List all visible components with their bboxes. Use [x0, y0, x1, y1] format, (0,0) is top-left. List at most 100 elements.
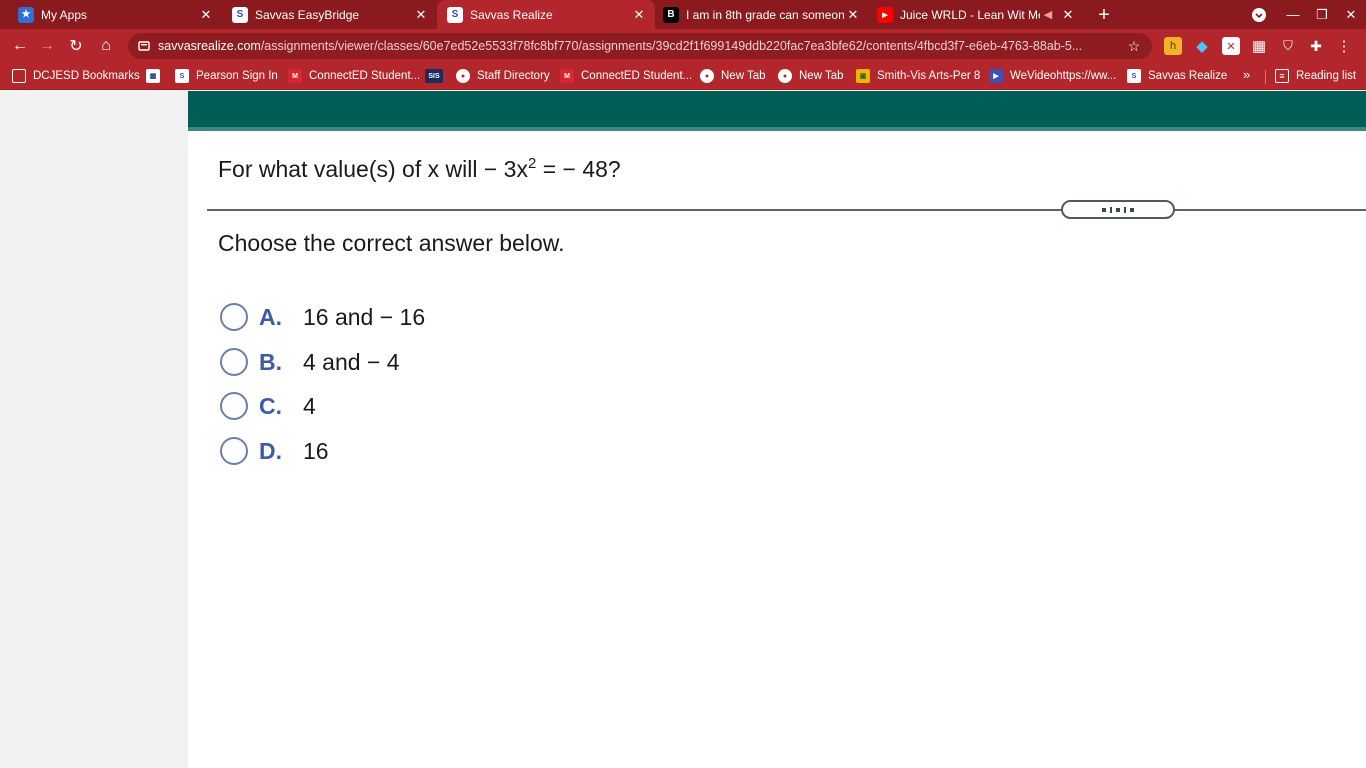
url-text: savvasrealize.com/assignments/viewer/cla…	[158, 39, 1124, 53]
back-icon[interactable]: ←	[7, 33, 33, 59]
speaker-muted-icon[interactable]: ◀	[1040, 7, 1056, 23]
pane-divider	[207, 209, 1366, 211]
bookmark-label: New Tab	[721, 70, 766, 82]
question-prefix: For what value(s) of x will − 3x	[218, 156, 528, 182]
reading-list-button[interactable]: ≡ Reading list	[1275, 67, 1356, 85]
globe-icon: ●	[778, 69, 792, 83]
reading-list-icon: ≡	[1275, 69, 1289, 83]
site-info-icon[interactable]	[137, 39, 151, 53]
bookmark-connected-1[interactable]: M ConnectED Student...	[288, 67, 420, 85]
grip-dot	[1110, 206, 1112, 213]
radio-button-b[interactable]	[220, 348, 248, 376]
calendar-icon: ▦	[146, 69, 160, 83]
bookmark-label: WeVideohttps://ww...	[1010, 70, 1117, 82]
instruction-text: Choose the correct answer below.	[218, 230, 565, 256]
answer-option-d[interactable]: D. 16	[220, 436, 329, 466]
wevideo-icon: ▶	[989, 69, 1003, 83]
savvas-icon: S	[175, 69, 189, 83]
bookmark-label: Staff Directory	[477, 70, 550, 82]
option-text: 16 and − 16	[303, 303, 426, 330]
grid-extension-icon[interactable]: ▦	[1250, 37, 1268, 55]
option-letter: A.	[259, 303, 282, 330]
bookmark-calendar[interactable]: ▦	[146, 67, 167, 85]
bookmark-savvas-realize[interactable]: S Savvas Realize	[1127, 67, 1227, 85]
home-icon[interactable]: ⌂	[93, 33, 119, 59]
bookmark-label: DCJESD Bookmarks	[33, 70, 140, 82]
close-icon[interactable]: ✕	[845, 7, 861, 23]
bookmark-new-tab-1[interactable]: ● New Tab	[700, 67, 766, 85]
close-icon[interactable]: ✕	[1060, 7, 1076, 23]
close-icon[interactable]: ✕	[198, 7, 214, 23]
browser-toolbar: ← → ↻ ⌂ savvasrealize.com/assignments/vi…	[0, 29, 1366, 62]
more-bookmarks-chevron-icon[interactable]: »	[1243, 67, 1250, 82]
menu-dots-icon[interactable]: ⋮	[1335, 37, 1353, 55]
restore-icon[interactable]: ❐	[1307, 0, 1337, 29]
youtube-icon: ▶	[877, 6, 893, 23]
answer-option-b[interactable]: B. 4 and − 4	[220, 347, 400, 377]
option-letter: C.	[259, 392, 282, 419]
savvas-icon: S	[232, 6, 248, 23]
bookmarks-divider	[1265, 70, 1266, 84]
forward-icon[interactable]: →	[34, 33, 60, 59]
radio-button-d[interactable]	[220, 437, 248, 465]
classroom-icon: ▣	[856, 69, 870, 83]
question-panel: For what value(s) of x will − 3x2 = − 48…	[188, 91, 1366, 768]
minimize-icon[interactable]: —	[1278, 0, 1308, 29]
globe-icon: ●	[700, 69, 714, 83]
option-text: 16	[303, 437, 329, 464]
bookmark-label: Savvas Realize	[1148, 70, 1228, 82]
bookmarks-bar: DCJESD Bookmarks ▦ S Pearson Sign In M C…	[0, 62, 1366, 90]
diamond-extension-icon[interactable]: ◆	[1193, 37, 1211, 55]
folder-icon	[12, 69, 26, 83]
tab-youtube-video[interactable]: ▶ Juice WRLD - Lean Wit Me (O ◀ ✕	[869, 0, 1084, 29]
tab-title: My Apps	[41, 7, 88, 22]
window-close-icon[interactable]: ✕	[1336, 0, 1366, 29]
grip-dot	[1130, 207, 1134, 212]
tab-savvas-realize[interactable]: S Savvas Realize ✕	[437, 0, 655, 29]
bookmark-label: Pearson Sign In	[196, 70, 278, 82]
url-path: /assignments/viewer/classes/60e7ed52e553…	[260, 39, 1083, 53]
tab-savvas-easybridge[interactable]: S Savvas EasyBridge ✕	[222, 0, 437, 29]
bookmark-wevideo[interactable]: ▶ WeVideohttps://ww...	[989, 67, 1116, 85]
bookmark-sis[interactable]: SIS	[425, 67, 450, 85]
tools-extension-icon[interactable]: ✕	[1222, 37, 1240, 55]
tab-brainly-question[interactable]: B I am in 8th grade can someone h ✕	[655, 0, 869, 29]
answer-option-c[interactable]: C. 4	[220, 391, 316, 421]
shield-extension-icon[interactable]: ⛉	[1279, 37, 1297, 55]
left-gutter	[0, 91, 188, 768]
savvas-icon: S	[1127, 69, 1141, 83]
bookmark-label: Smith-Vis Arts-Per 8	[877, 70, 981, 82]
bookmark-classroom[interactable]: ▣ Smith-Vis Arts-Per 8	[856, 67, 980, 85]
tab-my-apps[interactable]: ★ My Apps ✕	[0, 0, 222, 29]
option-text: 4	[303, 392, 316, 419]
close-icon[interactable]: ✕	[413, 7, 429, 23]
answer-option-a[interactable]: A. 16 and − 16	[220, 302, 425, 332]
bookmark-staff-directory[interactable]: ● Staff Directory	[456, 67, 550, 85]
tab-search-icon[interactable]	[1244, 0, 1274, 29]
option-text: 4 and − 4	[303, 348, 400, 375]
address-bar[interactable]: savvasrealize.com/assignments/viewer/cla…	[128, 33, 1152, 59]
bookmark-connected-2[interactable]: M ConnectED Student...	[560, 67, 692, 85]
mcgraw-hill-icon: M	[560, 69, 574, 83]
bookmark-label: ConnectED Student...	[309, 70, 421, 82]
bookmark-folder[interactable]: DCJESD Bookmarks	[12, 67, 140, 85]
radio-button-a[interactable]	[220, 303, 248, 331]
bookmark-new-tab-2[interactable]: ● New Tab	[778, 67, 844, 85]
new-tab-button[interactable]: +	[1092, 3, 1116, 27]
bookmark-label: ConnectED Student...	[581, 70, 693, 82]
close-icon[interactable]: ✕	[631, 7, 647, 23]
extensions-puzzle-icon[interactable]: ✚	[1307, 37, 1325, 55]
brainly-icon: B	[663, 6, 679, 23]
honey-extension-icon[interactable]: h	[1164, 37, 1182, 55]
reload-icon[interactable]: ↻	[63, 33, 89, 59]
mcgraw-hill-icon: M	[288, 69, 302, 83]
bookmark-pearson[interactable]: S Pearson Sign In	[175, 67, 278, 85]
grip-dot	[1102, 207, 1106, 212]
savvas-icon: S	[447, 6, 463, 23]
bookmark-star-icon[interactable]: ☆	[1124, 38, 1144, 55]
radio-button-c[interactable]	[220, 392, 248, 420]
resize-handle[interactable]	[1061, 200, 1175, 219]
tab-title: Savvas EasyBridge	[255, 7, 360, 22]
url-host: savvasrealize.com	[158, 39, 261, 53]
tab-strip: ★ My Apps ✕ S Savvas EasyBridge ✕ S Savv…	[0, 0, 1366, 29]
